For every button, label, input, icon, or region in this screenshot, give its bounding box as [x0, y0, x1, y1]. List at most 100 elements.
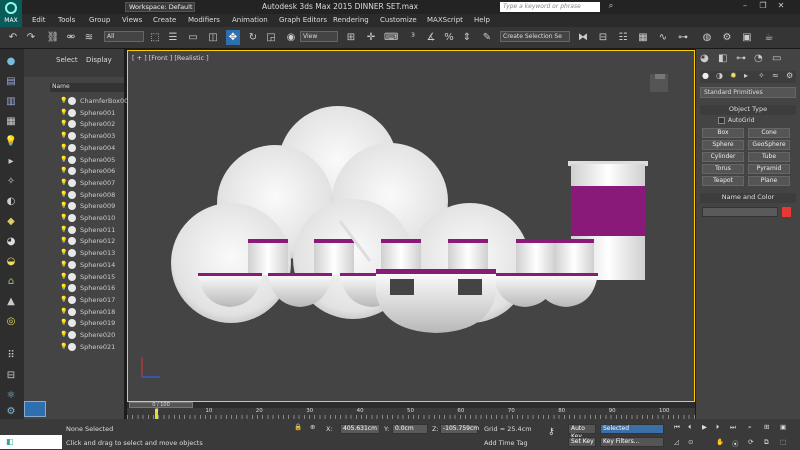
light-bulb-icon[interactable]: 💡 [60, 144, 67, 151]
system-icon[interactable]: ◒ [4, 255, 18, 269]
lock-icon[interactable]: 🔒 [294, 423, 302, 431]
modify-tab-icon[interactable]: ◧ [718, 53, 727, 64]
menu-create[interactable]: Create [153, 16, 176, 24]
light-icon[interactable]: 💡 [4, 135, 18, 149]
particle-icon[interactable]: ▲ [4, 295, 18, 309]
cylinder-button[interactable]: Cylinder [702, 152, 744, 162]
menu-views[interactable]: Views [122, 16, 142, 24]
light-bulb-icon[interactable]: 💡 [60, 97, 67, 104]
light-bulb-icon[interactable]: 💡 [60, 296, 67, 303]
prev-frame-icon[interactable]: ⏴ [688, 423, 691, 432]
key-icon[interactable]: ⚷ [548, 427, 555, 437]
scale-icon[interactable]: ◲ [264, 30, 278, 45]
scene-list-item[interactable]: 💡 Sphere002 [24, 119, 124, 131]
scene-list-item[interactable]: 💡 Sphere012 [24, 236, 124, 248]
material-editor-icon[interactable]: ◍ [700, 30, 714, 45]
scene-list-item[interactable]: 💡 Sphere021 [24, 342, 124, 354]
tab-select[interactable]: Select [56, 56, 78, 64]
link-icon[interactable]: ⛓ [46, 30, 60, 45]
orbit-icon[interactable]: ⟳ [748, 438, 753, 446]
scene-list-item[interactable]: 💡 Sphere020 [24, 330, 124, 342]
tube-button[interactable]: Tube [748, 152, 790, 162]
maximize-viewport-icon[interactable]: ⧉ [764, 438, 769, 447]
ref-coord-dropdown[interactable]: View [300, 31, 338, 42]
scene-list-item[interactable]: 💡 Sphere018 [24, 307, 124, 319]
zoom-all-icon[interactable]: ⊞ [764, 423, 769, 431]
pivot-icon[interactable]: ⊞ [344, 30, 358, 45]
grid-icon[interactable]: ⠿ [4, 349, 18, 363]
light-bulb-icon[interactable]: 💡 [60, 284, 67, 291]
cameras-category-icon[interactable]: ▸ [744, 71, 748, 80]
cone-button[interactable]: Cone [748, 128, 790, 138]
scene-list-item[interactable]: 💡 Sphere016 [24, 283, 124, 295]
primitives-dropdown[interactable]: Standard Primitives [700, 87, 796, 98]
keyboard-shortcut-icon[interactable]: ⌨ [384, 30, 398, 45]
menu-help[interactable]: Help [474, 16, 490, 24]
key-filters-button[interactable]: Key Filters... [600, 437, 664, 447]
play-icon[interactable]: ▶ [702, 423, 707, 431]
percent-snap-icon[interactable]: % [442, 30, 456, 45]
menu-maxscript[interactable]: MAXScript [427, 16, 463, 24]
walk-through-icon[interactable]: ⦿ [732, 438, 739, 448]
motion-tab-icon[interactable]: ◔ [754, 53, 763, 64]
torus-button[interactable]: Torus [702, 164, 744, 174]
light-bulb-icon[interactable]: 💡 [60, 179, 67, 186]
light-bulb-icon[interactable]: 💡 [60, 273, 67, 280]
go-end-icon[interactable]: ⏭ [730, 423, 736, 432]
scene-list-item[interactable]: 💡 Sphere017 [24, 295, 124, 307]
light-bulb-icon[interactable]: 💡 [60, 308, 67, 315]
shapes-category-icon[interactable]: ◑ [716, 71, 723, 80]
geosphere-button[interactable]: GeoSphere [748, 140, 790, 150]
systems-category-icon[interactable]: ⚙ [786, 71, 793, 80]
maxscript-listener[interactable]: ◧ [0, 435, 62, 449]
layer-explorer-icon[interactable]: ☷ [616, 30, 630, 45]
menu-customize[interactable]: Customize [380, 16, 417, 24]
bone-icon[interactable]: ⌂ [4, 275, 18, 289]
pyramid-button[interactable]: Pyramid [748, 164, 790, 174]
object-name-field[interactable] [702, 207, 778, 217]
light-bulb-icon[interactable]: 💡 [60, 109, 67, 116]
light-bulb-icon[interactable]: 💡 [60, 331, 67, 338]
key-mode-dropdown[interactable]: Selected [600, 424, 664, 434]
minimize-icon[interactable]: – [738, 1, 752, 12]
menu-group[interactable]: Group [89, 16, 110, 24]
workspace-dropdown[interactable]: Workspace: Default [125, 2, 195, 12]
render-setup-icon[interactable]: ⚙ [720, 30, 734, 45]
menu-tools[interactable]: Tools [58, 16, 75, 24]
undo-icon[interactable]: ↶ [6, 30, 20, 45]
shape-icon[interactable]: ◆ [4, 215, 18, 229]
x-coordinate-field[interactable]: 405.631cm [340, 424, 380, 434]
light-bulb-icon[interactable]: 💡 [60, 156, 67, 163]
light-bulb-icon[interactable]: 💡 [60, 226, 67, 233]
light-bulb-icon[interactable]: 💡 [60, 261, 67, 268]
rotate-icon[interactable]: ↻ [246, 30, 260, 45]
object-color-swatch[interactable] [782, 207, 791, 217]
zoom-icon[interactable]: ⌕ [748, 423, 752, 432]
menu-rendering[interactable]: Rendering [333, 16, 369, 24]
light-bulb-icon[interactable]: 💡 [60, 167, 67, 174]
mirror-icon[interactable]: ⧓ [576, 30, 590, 45]
scene-list-item[interactable]: 💡 Sphere019 [24, 318, 124, 330]
layers-icon[interactable]: ▥ [4, 95, 18, 109]
menu-edit[interactable]: Edit [32, 16, 46, 24]
selection-filter-dropdown[interactable]: All [104, 31, 144, 42]
hierarchy-tab-icon[interactable]: ⊶ [736, 53, 746, 64]
go-start-icon[interactable]: ⏮ [674, 423, 680, 432]
scene-list-item[interactable]: 💡 Sphere010 [24, 213, 124, 225]
window-crossing-icon[interactable]: ◫ [206, 30, 220, 45]
curve-editor-icon[interactable]: ∿ [656, 30, 670, 45]
select-by-name-icon[interactable]: ☰ [166, 30, 180, 45]
schematic-view-icon[interactable]: ⊶ [676, 30, 690, 45]
light-bulb-icon[interactable]: 💡 [60, 202, 67, 209]
spacewarps-category-icon[interactable]: ≈ [772, 71, 779, 80]
scene-list-item[interactable]: 💡 Sphere015 [24, 272, 124, 284]
plane-button[interactable]: Plane [748, 176, 790, 186]
bind-spacewarp-icon[interactable]: ≋ [82, 30, 96, 45]
light-bulb-icon[interactable]: 💡 [60, 120, 67, 127]
camera-icon[interactable]: ▸ [4, 155, 18, 169]
close-icon[interactable]: ✕ [774, 1, 788, 12]
select-move-icon[interactable]: ✥ [226, 30, 240, 45]
lights-category-icon[interactable]: ✹ [730, 71, 737, 80]
geometry-category-icon[interactable]: ● [702, 71, 709, 80]
next-frame-icon[interactable]: ⏵ [716, 423, 719, 432]
